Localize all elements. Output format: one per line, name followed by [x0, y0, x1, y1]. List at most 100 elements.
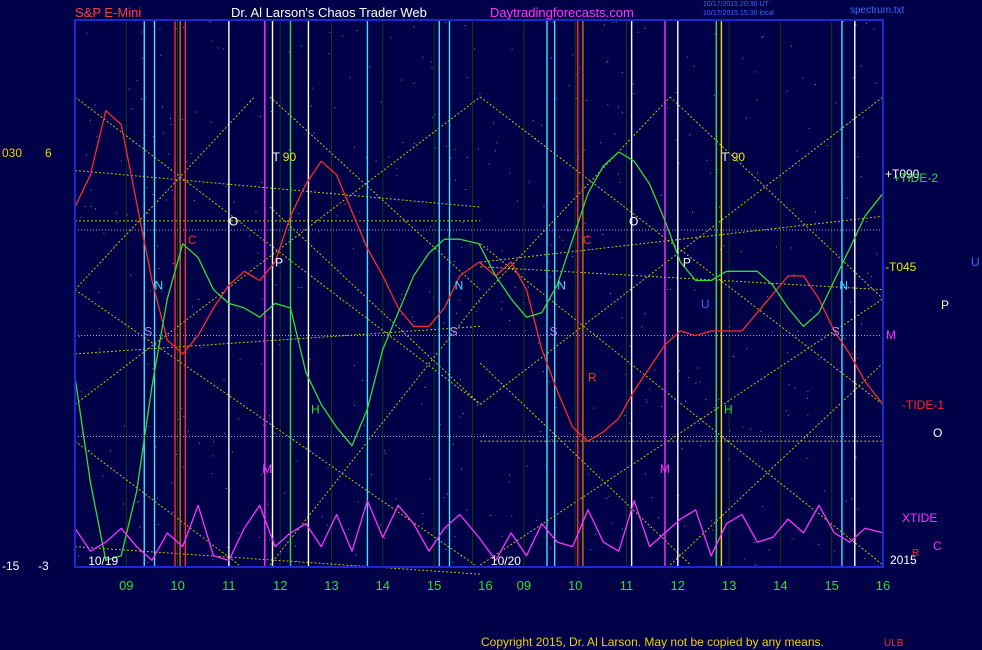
event-label: T [273, 150, 281, 164]
star-dot [116, 212, 118, 214]
event-label: C [188, 233, 197, 247]
right-label-u: U [971, 255, 980, 269]
left-top-label: 030 [2, 146, 23, 160]
star-dot [689, 134, 691, 136]
star-dot [190, 152, 192, 154]
star-dot [329, 31, 331, 33]
star-dot [762, 35, 764, 37]
star-dot [297, 287, 299, 289]
star-dot [857, 156, 859, 158]
star-dot [223, 379, 225, 381]
star-dot [818, 358, 820, 360]
star-dot [745, 117, 747, 119]
footer-tail-mark: ULB [884, 638, 904, 649]
star-dot [113, 245, 115, 247]
right-label-p: P [941, 298, 950, 312]
star-dot [556, 407, 558, 409]
star-dot [300, 287, 302, 289]
star-dot [624, 415, 626, 417]
star-dot [556, 98, 558, 100]
star-dot [464, 25, 466, 27]
star-dot [142, 57, 143, 59]
star-dot [401, 314, 403, 316]
star-dot [86, 32, 88, 34]
star-dot [432, 116, 434, 118]
star-dot [842, 21, 844, 22]
star-dot [621, 528, 623, 530]
star-dot [233, 201, 235, 203]
star-dot [304, 447, 306, 449]
star-dot [711, 520, 713, 522]
star-dot [452, 561, 454, 563]
star-dot [633, 83, 634, 85]
star-dot [657, 516, 659, 518]
hour-tick-label: 10 [170, 578, 184, 593]
star-dot [170, 123, 172, 125]
star-dot [288, 51, 290, 53]
star-dot [541, 124, 543, 126]
star-dot [614, 133, 616, 135]
star-dot [799, 164, 801, 166]
star-dot [775, 246, 777, 248]
star-dot [684, 525, 686, 527]
left-bottom-label: -15 [2, 559, 20, 573]
star-dot [797, 330, 799, 332]
star-dot [466, 76, 468, 78]
star-dot [540, 431, 541, 433]
star-dot [284, 492, 286, 494]
star-dot [807, 390, 809, 392]
star-dot [171, 189, 173, 191]
star-dot [483, 434, 485, 436]
star-dot [757, 172, 758, 174]
star-dot [579, 67, 581, 69]
star-dot [171, 482, 173, 484]
site-url[interactable]: Daytradingforecasts.com [490, 5, 634, 20]
star-dot [600, 142, 602, 144]
star-dot [508, 172, 510, 174]
star-dot [261, 298, 263, 300]
right-label-t045: -T045 [885, 260, 917, 274]
star-dot [478, 301, 480, 303]
star-dot [355, 554, 357, 556]
star-dot [149, 290, 151, 292]
star-dot [120, 160, 122, 162]
star-dot [808, 127, 810, 129]
star-dot [607, 60, 609, 62]
star-dot [771, 331, 773, 333]
y-tick-top: 6 [45, 146, 52, 160]
star-dot [729, 430, 731, 432]
star-dot [313, 132, 315, 134]
star-dot [424, 386, 426, 388]
star-dot [258, 536, 260, 538]
star-dot [509, 474, 510, 476]
star-dot [261, 181, 263, 183]
star-dot [527, 286, 529, 288]
star-dot [870, 276, 872, 278]
star-dot [193, 338, 195, 339]
star-dot [675, 92, 677, 94]
star-dot [102, 475, 104, 477]
star-dot [807, 458, 809, 459]
star-dot [155, 446, 157, 448]
star-dot [295, 118, 297, 120]
star-dot [508, 481, 510, 483]
star-dot [462, 222, 464, 223]
star-dot [156, 498, 158, 499]
star-dot [575, 74, 577, 76]
star-dot [688, 377, 690, 379]
star-dot [710, 172, 711, 174]
star-dot [792, 208, 794, 210]
star-dot [857, 357, 859, 359]
star-dot [147, 212, 149, 214]
star-dot [742, 426, 744, 428]
star-dot [551, 439, 553, 441]
event-label: P [683, 256, 691, 270]
star-dot [353, 248, 355, 250]
star-dot [116, 221, 118, 223]
star-dot [477, 404, 479, 406]
star-dot [454, 179, 456, 181]
star-dot [199, 442, 201, 444]
star-dot [344, 203, 346, 205]
event-label: M [262, 462, 272, 476]
star-dot [594, 533, 596, 535]
